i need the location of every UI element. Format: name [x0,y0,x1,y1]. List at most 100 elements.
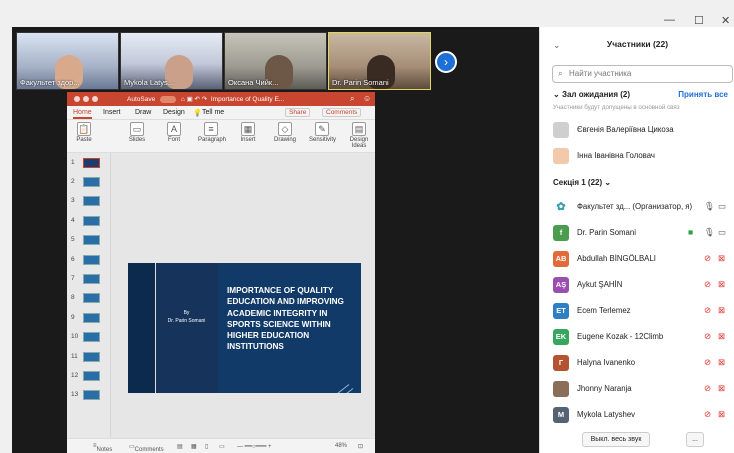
paragraph-button[interactable]: ≡ Paragraph [198,122,226,143]
minimize-icon[interactable]: — [664,14,675,26]
lightbulb-icon: 💡 [193,110,202,117]
share-button[interactable]: Share [285,108,311,117]
video-tile-1[interactable]: Факультет здор... [16,32,119,90]
mute-all-button[interactable]: Выкл. весь звук [582,432,650,447]
drawing-button[interactable]: ◇ Drawing [272,122,298,143]
microphone-muted-icon[interactable]: ⊘ [704,383,711,394]
participant-row[interactable]: AŞ Aykut ŞAHİN ⊘ ⊠ [540,274,734,296]
slide-thumbnail[interactable] [83,177,100,187]
waiting-participant[interactable]: Євгенія Валеріївна Цикоза [540,119,734,141]
slide-thumbnail[interactable] [83,274,100,284]
video-tile-4-active-speaker[interactable]: Dr. Parin Somani [328,32,431,90]
sensitivity-button[interactable]: ✎ Sensitivity [309,122,336,143]
microphone-icon[interactable]: 🎙 [704,227,715,238]
slide-thumbnail[interactable] [83,313,100,323]
camera-off-icon[interactable]: ⊠ [718,305,725,316]
participant-row[interactable]: AB Abdullah BİNGÖLBALI ⊘ ⊠ [540,248,734,270]
slide-thumbnail[interactable] [83,196,100,206]
home-icon[interactable]: ⌂ [181,96,185,103]
traffic-light-buttons[interactable] [74,96,101,104]
redo-icon[interactable]: ↷ [202,96,207,103]
microphone-muted-icon[interactable]: ⊘ [704,279,711,290]
comments-status-button[interactable]: ▭ Comments [129,443,164,453]
save-icon[interactable]: ▣ [187,96,193,103]
waiting-participant[interactable]: Інна Іванівна Головач [540,145,734,167]
section-header[interactable]: Секція 1 (22) ⌄ [553,178,611,187]
microphone-muted-icon[interactable]: ⊘ [704,357,711,368]
camera-off-icon[interactable]: ⊠ [718,409,725,420]
slide-thumbnail[interactable] [83,255,100,265]
participant-name: Abdullah BİNGÖLBALI [577,254,656,263]
avatar: EK [553,329,569,345]
tab-draw[interactable]: Draw [135,109,151,116]
slideshow-icon[interactable]: ▭ [219,443,225,450]
next-page-button[interactable]: › [435,51,457,73]
camera-off-icon[interactable]: ⊠ [718,357,725,368]
participant-row[interactable]: ET Ecem Terlemez ⊘ ⊠ [540,300,734,322]
profile-icon[interactable]: ☺ [363,94,371,103]
search-icon: ⌕ [558,68,563,78]
slide-thumbnail[interactable] [83,332,100,342]
avatar: ✿ [553,199,569,215]
view-reading-icon[interactable]: ▯ [205,443,208,450]
slides-button[interactable]: ▭ Slides [124,122,150,143]
search-icon[interactable]: ⌕ [350,94,354,104]
avatar: f [553,225,569,241]
microphone-muted-icon[interactable]: ⊘ [704,409,711,420]
participant-row[interactable]: ✿ Факультет зд... (Организатор, я) 🎙 ▭ [540,196,734,218]
current-slide[interactable]: By Dr. Parin Somani IMPORTANCE OF QUALIT… [128,263,361,393]
slide-thumbnail[interactable] [83,158,100,168]
slide-thumbnail[interactable] [83,390,100,400]
tab-design[interactable]: Design [163,109,185,116]
accept-all-button[interactable]: Принять все [678,90,728,99]
camera-icon[interactable]: ▭ [718,201,726,212]
participant-row[interactable]: EK Eugene Kozak - 12Climb ⊘ ⊠ [540,326,734,348]
notes-button[interactable]: ≡ Notes [93,443,112,453]
autosave-toggle[interactable] [160,95,176,103]
participant-row[interactable]: Jhonny Naranja ⊘ ⊠ [540,378,734,400]
fit-slide-icon[interactable]: ⊡ [358,443,363,450]
participant-name: Mykola Latyshev [577,410,636,419]
camera-off-icon[interactable]: ⊠ [718,279,725,290]
slide-thumbnail[interactable] [83,293,100,303]
camera-off-icon[interactable]: ⊠ [718,253,725,264]
tell-me[interactable]: Tell me [202,109,224,116]
slide-thumbnail[interactable] [83,371,100,381]
slide-thumbnail[interactable] [83,352,100,362]
comments-button[interactable]: Comments [322,108,362,117]
zoom-slider[interactable]: — ━━○━━━ + [237,443,272,450]
slide-thumbnail[interactable] [83,216,100,226]
zoom-window: Факультет здор... Mykola Latys... Оксана… [0,0,734,453]
more-options-button[interactable]: ... [686,432,704,447]
participant-search-input[interactable]: ⌕ Найти участника [552,65,733,83]
view-sorter-icon[interactable]: ▦ [191,443,197,450]
autosave-label: AutoSave [127,96,156,103]
participant-row[interactable]: M Mykola Latyshev ⊘ ⊠ [540,404,734,426]
tab-insert[interactable]: Insert [103,109,121,116]
avatar: ET [553,303,569,319]
undo-icon[interactable]: ↶ [195,96,200,103]
paste-button[interactable]: 📋 Paste [71,122,97,143]
insert-button[interactable]: ▦ Insert [235,122,261,143]
design-ideas-button[interactable]: ▤ Design Ideas [346,122,372,149]
microphone-muted-icon[interactable]: ⊘ [704,331,711,342]
participant-row[interactable]: f Dr. Parin Somani ■ 🎙 ▭ [540,222,734,244]
tab-home[interactable]: Home [73,109,92,119]
video-tile-3[interactable]: Оксана Чийк... [224,32,327,90]
microphone-icon[interactable]: 🎙 [704,201,715,212]
participant-row[interactable]: Г Halyna Ivanenko ⊘ ⊠ [540,352,734,374]
waiting-room-header[interactable]: ⌄ Зал ожидания (2) [553,90,630,99]
microphone-muted-icon[interactable]: ⊘ [704,305,711,316]
view-normal-icon[interactable]: ▤ [177,443,183,450]
camera-icon[interactable]: ▭ [718,227,726,238]
font-button[interactable]: A Font [161,122,187,143]
video-tile-2[interactable]: Mykola Latys... [120,32,223,90]
slide-decor-panel [155,263,218,393]
camera-off-icon[interactable]: ⊠ [718,383,725,394]
microphone-muted-icon[interactable]: ⊘ [704,253,711,264]
camera-off-icon[interactable]: ⊠ [718,331,725,342]
shared-powerpoint-window: AutoSave ⌂ ▣ ↶ ↷ Importance of Quality E… [67,92,375,453]
slide-thumbnail[interactable] [83,235,100,245]
close-icon[interactable]: ✕ [721,14,730,27]
maximize-icon[interactable]: ☐ [694,14,704,27]
